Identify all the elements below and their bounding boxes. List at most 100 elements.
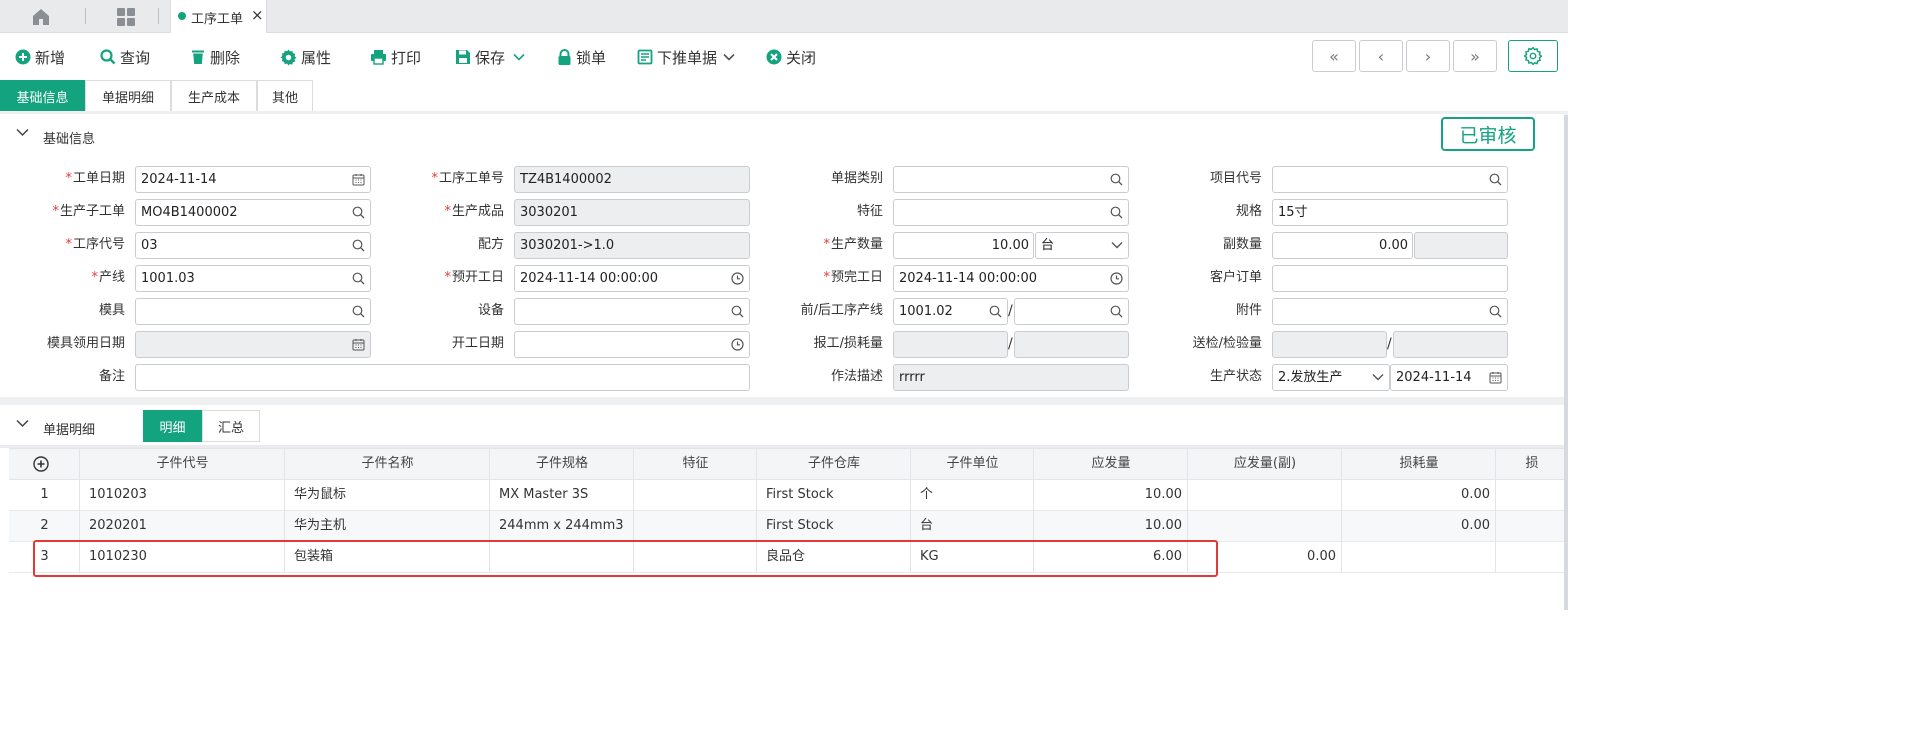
- mold-field[interactable]: [135, 298, 371, 325]
- col-header-qty-sub[interactable]: 应发量(副): [1188, 449, 1342, 479]
- section-title: 单据明细: [43, 423, 96, 438]
- table-row[interactable]: 1 1010203 华为鼠标 MX Master 3S First Stock …: [9, 480, 1568, 511]
- row-highlight-box: [33, 540, 1218, 577]
- plus-circle-icon: [15, 49, 31, 65]
- lock-button[interactable]: 锁单: [557, 47, 606, 67]
- plan-start-label: *预开工日: [444, 270, 504, 285]
- document-list-icon: [637, 49, 653, 65]
- divider: [1341, 448, 1342, 573]
- home-icon[interactable]: [30, 7, 52, 27]
- checked-qty-field: [1393, 331, 1508, 358]
- col-header-loss[interactable]: 损耗量: [1342, 449, 1496, 479]
- clock-icon: [1110, 272, 1123, 285]
- line-field[interactable]: 1001.03: [135, 265, 371, 292]
- last-record-button[interactable]: »: [1453, 40, 1497, 72]
- sub-order-field[interactable]: MO4B1400002: [135, 199, 371, 226]
- chevron-down-icon: [16, 419, 29, 428]
- close-circle-icon: [766, 49, 782, 65]
- tab-label: 工序工单: [191, 12, 244, 27]
- sub-order-label: *生产子工单: [52, 204, 125, 219]
- order-date-field[interactable]: 2024-11-14: [135, 166, 371, 193]
- settings-button[interactable]: [1508, 40, 1558, 72]
- start-date-field[interactable]: [514, 331, 750, 358]
- search-icon: [731, 305, 744, 318]
- clock-icon: [731, 272, 744, 285]
- remark-field[interactable]: [135, 364, 750, 391]
- basic-info-header[interactable]: 基础信息: [0, 114, 1565, 158]
- close-tab-icon[interactable]: ×: [251, 7, 264, 23]
- section-title: 基础信息: [43, 132, 96, 147]
- apps-grid-icon[interactable]: [115, 7, 137, 27]
- properties-button[interactable]: 属性: [280, 47, 331, 67]
- push-down-button[interactable]: 下推单据: [637, 47, 739, 67]
- plan-end-label: *预完工日: [823, 270, 883, 285]
- print-button[interactable]: 打印: [370, 47, 421, 67]
- lock-icon: [558, 48, 571, 65]
- search-icon: [352, 239, 365, 252]
- col-header-name[interactable]: 子件名称: [285, 449, 490, 479]
- next-record-button[interactable]: ›: [1406, 40, 1450, 72]
- doc-type-field[interactable]: [893, 166, 1129, 193]
- close-button[interactable]: 关闭: [766, 47, 816, 67]
- col-header-spec[interactable]: 子件规格: [490, 449, 634, 479]
- line-label: *产线: [91, 270, 125, 285]
- table-row[interactable]: 2 2020201 华为主机 244mm x 244mm3 First Stoc…: [9, 511, 1568, 542]
- plan-start-field[interactable]: 2024-11-14 00:00:00: [514, 265, 750, 292]
- status-date-field[interactable]: 2024-11-14: [1390, 364, 1508, 391]
- new-button[interactable]: 新增: [15, 47, 65, 67]
- qty-label: *生产数量: [823, 237, 883, 252]
- subtab-summary[interactable]: 汇总: [202, 410, 260, 442]
- prod-status-select[interactable]: 2.发放生产: [1272, 364, 1390, 391]
- tab-detail[interactable]: 单据明细: [85, 80, 171, 111]
- search-icon: [100, 49, 116, 65]
- printer-icon: [371, 50, 386, 65]
- grid-header: 子件代号 子件名称 子件规格 特征 子件仓库 子件单位 应发量 应发量(副) 损…: [9, 448, 1568, 480]
- plan-end-field[interactable]: 2024-11-14 00:00:00: [893, 265, 1129, 292]
- chevron-down-icon: [1111, 242, 1123, 249]
- mold-date-field: [135, 331, 371, 358]
- delete-button[interactable]: 删除: [190, 47, 240, 67]
- formula-field: 3030201->1.0: [514, 232, 750, 259]
- op-code-field[interactable]: 03: [135, 232, 371, 259]
- scrollbar[interactable]: [1564, 115, 1568, 610]
- tab-production-cost[interactable]: 生产成本: [171, 80, 257, 111]
- prev-next-line-label: 前/后工序产线: [800, 303, 883, 318]
- add-row-icon[interactable]: [33, 456, 49, 472]
- subtab-detail[interactable]: 明细: [143, 410, 202, 442]
- first-record-button[interactable]: «: [1312, 40, 1356, 72]
- spec-field[interactable]: 15寸: [1272, 199, 1508, 226]
- next-line-field[interactable]: [1014, 298, 1129, 325]
- feature-label: 特征: [856, 204, 883, 219]
- project-code-field[interactable]: [1272, 166, 1508, 193]
- report-loss-label: 报工/损耗量: [813, 336, 883, 351]
- attachment-field[interactable]: [1272, 298, 1508, 325]
- qty-unit-select[interactable]: 台: [1035, 232, 1129, 259]
- col-header-loss-2[interactable]: 损: [1496, 449, 1568, 479]
- qty-field[interactable]: 10.00: [893, 232, 1034, 259]
- equipment-field[interactable]: [514, 298, 750, 325]
- feature-field[interactable]: [893, 199, 1129, 226]
- chevron-down-icon: [16, 128, 29, 137]
- separator-slash: /: [1008, 303, 1013, 319]
- col-header-code[interactable]: 子件代号: [80, 449, 285, 479]
- remark-label: 备注: [98, 369, 125, 384]
- prev-line-field[interactable]: 1001.02: [893, 298, 1008, 325]
- tab-basic-info[interactable]: 基础信息: [0, 80, 85, 111]
- tab-work-order[interactable]: 工序工单 ×: [170, 0, 267, 33]
- query-button[interactable]: 查询: [100, 47, 150, 67]
- save-button[interactable]: 保存: [455, 47, 529, 67]
- prev-record-button[interactable]: ‹: [1359, 40, 1403, 72]
- col-header-unit[interactable]: 子件单位: [911, 449, 1034, 479]
- col-header-qty[interactable]: 应发量: [1034, 449, 1188, 479]
- divider: [158, 8, 159, 24]
- report-qty-field: [893, 331, 1008, 358]
- clock-icon: [731, 338, 744, 351]
- tab-other[interactable]: 其他: [257, 80, 313, 111]
- sub-qty-field[interactable]: 0.00: [1272, 232, 1413, 259]
- search-icon: [352, 272, 365, 285]
- search-icon: [1489, 305, 1502, 318]
- customer-order-field[interactable]: [1272, 265, 1508, 292]
- col-header-feature[interactable]: 特征: [634, 449, 757, 479]
- col-header-warehouse[interactable]: 子件仓库: [757, 449, 911, 479]
- detail-grid: 子件代号 子件名称 子件规格 特征 子件仓库 子件单位 应发量 应发量(副) 损…: [9, 448, 1568, 610]
